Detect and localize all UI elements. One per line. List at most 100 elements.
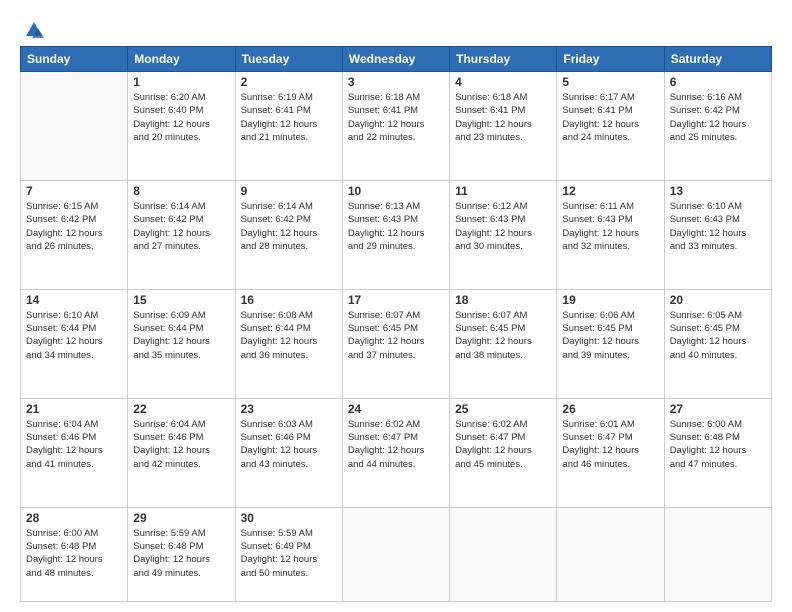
day-number: 14 xyxy=(26,293,122,307)
calendar-day-cell: 30 Sunrise: 5:59 AM Sunset: 6:49 PM Dayli… xyxy=(235,507,342,601)
day-info: Sunrise: 6:15 AM Sunset: 6:42 PM Dayligh… xyxy=(26,200,122,253)
weekday-header-sunday: Sunday xyxy=(21,47,128,72)
calendar-day-cell: 4 Sunrise: 6:18 AM Sunset: 6:41 PM Daylig… xyxy=(450,72,557,181)
calendar-day-cell xyxy=(450,507,557,601)
day-number: 28 xyxy=(26,511,122,525)
day-number: 7 xyxy=(26,184,122,198)
day-number: 13 xyxy=(670,184,766,198)
calendar-day-cell: 19 Sunrise: 6:06 AM Sunset: 6:45 PM Dayli… xyxy=(557,289,664,398)
day-info: Sunrise: 6:18 AM Sunset: 6:41 PM Dayligh… xyxy=(348,91,444,144)
day-info: Sunrise: 6:07 AM Sunset: 6:45 PM Dayligh… xyxy=(348,309,444,362)
day-number: 23 xyxy=(241,402,337,416)
header xyxy=(20,20,772,36)
calendar-day-cell: 27 Sunrise: 6:00 AM Sunset: 6:48 PM Dayli… xyxy=(664,398,771,507)
calendar-day-cell: 6 Sunrise: 6:16 AM Sunset: 6:42 PM Daylig… xyxy=(664,72,771,181)
calendar-day-cell xyxy=(21,72,128,181)
calendar-day-cell: 3Sunrise: 6:18 AM Sunset: 6:41 PM Daylig… xyxy=(342,72,449,181)
day-number: 21 xyxy=(26,402,122,416)
calendar-day-cell: 29Sunrise: 5:59 AM Sunset: 6:48 PM Dayli… xyxy=(128,507,235,601)
day-number: 26 xyxy=(562,402,658,416)
day-info: Sunrise: 6:10 AM Sunset: 6:44 PM Dayligh… xyxy=(26,309,122,362)
calendar-day-cell: 8 Sunrise: 6:14 AM Sunset: 6:42 PM Daylig… xyxy=(128,180,235,289)
day-info: Sunrise: 6:10 AM Sunset: 6:43 PM Dayligh… xyxy=(670,200,766,253)
day-info: Sunrise: 6:00 AM Sunset: 6:48 PM Dayligh… xyxy=(670,418,766,471)
calendar-day-cell: 18 Sunrise: 6:07 AM Sunset: 6:45 PM Dayli… xyxy=(450,289,557,398)
weekday-header-thursday: Thursday xyxy=(450,47,557,72)
calendar-day-cell xyxy=(342,507,449,601)
calendar-day-cell: 13 Sunrise: 6:10 AM Sunset: 6:43 PM Dayli… xyxy=(664,180,771,289)
calendar-week-row: 7 Sunrise: 6:15 AM Sunset: 6:42 PM Daylig… xyxy=(21,180,772,289)
day-info: Sunrise: 6:02 AM Sunset: 6:47 PM Dayligh… xyxy=(455,418,551,471)
calendar-day-cell: 16 Sunrise: 6:08 AM Sunset: 6:44 PM Dayli… xyxy=(235,289,342,398)
weekday-header-friday: Friday xyxy=(557,47,664,72)
calendar-day-cell: 20 Sunrise: 6:05 AM Sunset: 6:45 PM Dayli… xyxy=(664,289,771,398)
calendar-day-cell: 26 Sunrise: 6:01 AM Sunset: 6:47 PM Dayli… xyxy=(557,398,664,507)
day-info: Sunrise: 6:13 AM Sunset: 6:43 PM Dayligh… xyxy=(348,200,444,253)
weekday-header-row: SundayMondayTuesdayWednesdayThursdayFrid… xyxy=(21,47,772,72)
day-info: Sunrise: 6:07 AM Sunset: 6:45 PM Dayligh… xyxy=(455,309,551,362)
day-info: Sunrise: 6:08 AM Sunset: 6:44 PM Dayligh… xyxy=(241,309,337,362)
calendar-day-cell: 11Sunrise: 6:12 AM Sunset: 6:43 PM Dayli… xyxy=(450,180,557,289)
day-number: 10 xyxy=(348,184,444,198)
day-number: 5 xyxy=(562,75,658,89)
logo-icon xyxy=(24,20,44,40)
day-info: Sunrise: 6:06 AM Sunset: 6:45 PM Dayligh… xyxy=(562,309,658,362)
day-info: Sunrise: 6:17 AM Sunset: 6:41 PM Dayligh… xyxy=(562,91,658,144)
day-info: Sunrise: 6:18 AM Sunset: 6:41 PM Dayligh… xyxy=(455,91,551,144)
calendar-week-row: 21 Sunrise: 6:04 AM Sunset: 6:46 PM Dayli… xyxy=(21,398,772,507)
calendar-table: SundayMondayTuesdayWednesdayThursdayFrid… xyxy=(20,46,772,602)
weekday-header-monday: Monday xyxy=(128,47,235,72)
calendar-day-cell: 5 Sunrise: 6:17 AM Sunset: 6:41 PM Daylig… xyxy=(557,72,664,181)
day-number: 11 xyxy=(455,184,551,198)
calendar-day-cell: 12Sunrise: 6:11 AM Sunset: 6:43 PM Dayli… xyxy=(557,180,664,289)
calendar-day-cell: 24 Sunrise: 6:02 AM Sunset: 6:47 PM Dayli… xyxy=(342,398,449,507)
day-number: 20 xyxy=(670,293,766,307)
calendar-week-row: 28 Sunrise: 6:00 AM Sunset: 6:48 PM Dayli… xyxy=(21,507,772,601)
day-number: 15 xyxy=(133,293,229,307)
calendar-day-cell: 22Sunrise: 6:04 AM Sunset: 6:46 PM Dayli… xyxy=(128,398,235,507)
day-info: Sunrise: 6:00 AM Sunset: 6:48 PM Dayligh… xyxy=(26,527,122,580)
page: SundayMondayTuesdayWednesdayThursdayFrid… xyxy=(0,0,792,612)
calendar-day-cell xyxy=(664,507,771,601)
day-info: Sunrise: 6:09 AM Sunset: 6:44 PM Dayligh… xyxy=(133,309,229,362)
calendar-day-cell: 25 Sunrise: 6:02 AM Sunset: 6:47 PM Dayli… xyxy=(450,398,557,507)
weekday-header-tuesday: Tuesday xyxy=(235,47,342,72)
day-number: 24 xyxy=(348,402,444,416)
day-info: Sunrise: 6:19 AM Sunset: 6:41 PM Dayligh… xyxy=(241,91,337,144)
day-info: Sunrise: 5:59 AM Sunset: 6:49 PM Dayligh… xyxy=(241,527,337,580)
day-info: Sunrise: 6:02 AM Sunset: 6:47 PM Dayligh… xyxy=(348,418,444,471)
day-number: 16 xyxy=(241,293,337,307)
day-number: 27 xyxy=(670,402,766,416)
day-number: 9 xyxy=(241,184,337,198)
calendar-day-cell: 21 Sunrise: 6:04 AM Sunset: 6:46 PM Dayli… xyxy=(21,398,128,507)
calendar-day-cell: 17Sunrise: 6:07 AM Sunset: 6:45 PM Dayli… xyxy=(342,289,449,398)
day-info: Sunrise: 6:14 AM Sunset: 6:42 PM Dayligh… xyxy=(133,200,229,253)
calendar-day-cell: 7 Sunrise: 6:15 AM Sunset: 6:42 PM Daylig… xyxy=(21,180,128,289)
day-number: 4 xyxy=(455,75,551,89)
day-info: Sunrise: 6:04 AM Sunset: 6:46 PM Dayligh… xyxy=(133,418,229,471)
day-info: Sunrise: 6:03 AM Sunset: 6:46 PM Dayligh… xyxy=(241,418,337,471)
day-info: Sunrise: 6:20 AM Sunset: 6:40 PM Dayligh… xyxy=(133,91,229,144)
day-number: 25 xyxy=(455,402,551,416)
weekday-header-wednesday: Wednesday xyxy=(342,47,449,72)
day-info: Sunrise: 6:16 AM Sunset: 6:42 PM Dayligh… xyxy=(670,91,766,144)
day-number: 8 xyxy=(133,184,229,198)
calendar-day-cell: 10 Sunrise: 6:13 AM Sunset: 6:43 PM Dayli… xyxy=(342,180,449,289)
day-number: 6 xyxy=(670,75,766,89)
day-info: Sunrise: 6:01 AM Sunset: 6:47 PM Dayligh… xyxy=(562,418,658,471)
calendar-day-cell: 28 Sunrise: 6:00 AM Sunset: 6:48 PM Dayli… xyxy=(21,507,128,601)
day-number: 19 xyxy=(562,293,658,307)
day-number: 18 xyxy=(455,293,551,307)
day-info: Sunrise: 6:14 AM Sunset: 6:42 PM Dayligh… xyxy=(241,200,337,253)
logo xyxy=(20,20,44,36)
calendar-day-cell: 23 Sunrise: 6:03 AM Sunset: 6:46 PM Dayli… xyxy=(235,398,342,507)
day-info: Sunrise: 6:05 AM Sunset: 6:45 PM Dayligh… xyxy=(670,309,766,362)
day-info: Sunrise: 6:04 AM Sunset: 6:46 PM Dayligh… xyxy=(26,418,122,471)
calendar-day-cell: 14 Sunrise: 6:10 AM Sunset: 6:44 PM Dayli… xyxy=(21,289,128,398)
day-number: 30 xyxy=(241,511,337,525)
calendar-week-row: 1Sunrise: 6:20 AM Sunset: 6:40 PM Daylig… xyxy=(21,72,772,181)
calendar-day-cell: 1Sunrise: 6:20 AM Sunset: 6:40 PM Daylig… xyxy=(128,72,235,181)
day-number: 29 xyxy=(133,511,229,525)
calendar-day-cell: 9 Sunrise: 6:14 AM Sunset: 6:42 PM Daylig… xyxy=(235,180,342,289)
day-info: Sunrise: 6:11 AM Sunset: 6:43 PM Dayligh… xyxy=(562,200,658,253)
